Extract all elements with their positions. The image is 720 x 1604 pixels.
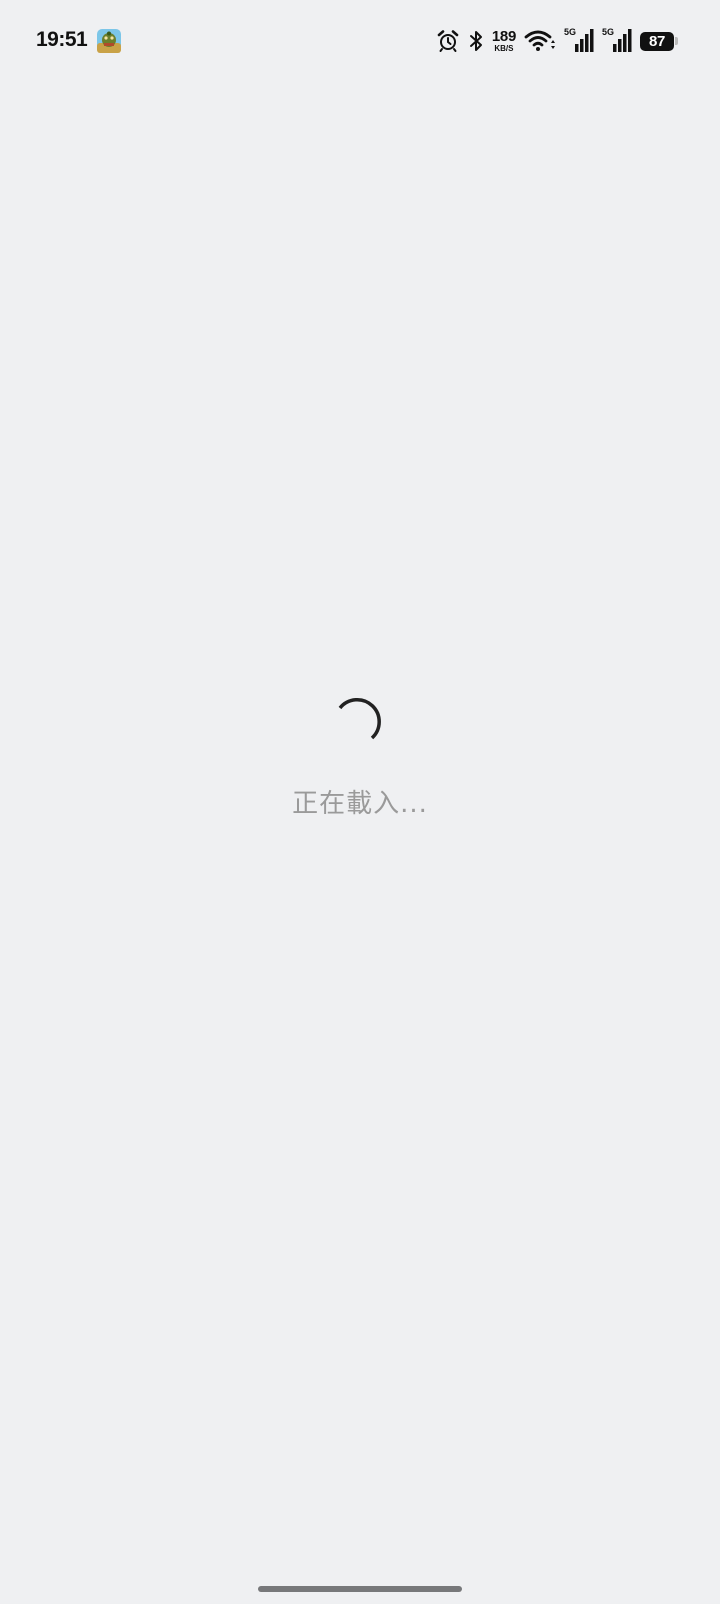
status-icons: 189 KB/S 5G 5G 87 xyxy=(428,26,678,56)
game-app-icon xyxy=(97,29,121,53)
network-speed-value: 189 xyxy=(491,28,516,45)
signal-icon xyxy=(613,29,632,52)
signal-icon xyxy=(575,29,594,52)
network-speed-unit: KB/S xyxy=(494,44,514,53)
loading-text: 正在載入... xyxy=(292,789,428,819)
battery-level: 87 xyxy=(640,31,674,51)
cellular-signal-sim2: 5G xyxy=(602,28,632,54)
home-gesture-bar[interactable] xyxy=(258,1586,462,1592)
spinner-icon xyxy=(338,697,381,740)
wifi-icon xyxy=(524,30,555,51)
alarm-icon xyxy=(437,30,459,52)
battery-indicator: 87 xyxy=(640,31,678,51)
network-speed: 189 KB/S xyxy=(492,29,516,53)
cellular-signal-sim1: 5G xyxy=(564,28,594,54)
status-bar: 19:51 189 KB/S 5G 5G 87 xyxy=(0,0,720,82)
status-time: 19:51 xyxy=(36,28,88,51)
loading-screen: 19:51 189 KB/S 5G 5G 87 正在載入... xyxy=(0,0,720,1604)
bluetooth-icon xyxy=(469,31,482,51)
battery-tip xyxy=(675,37,678,45)
